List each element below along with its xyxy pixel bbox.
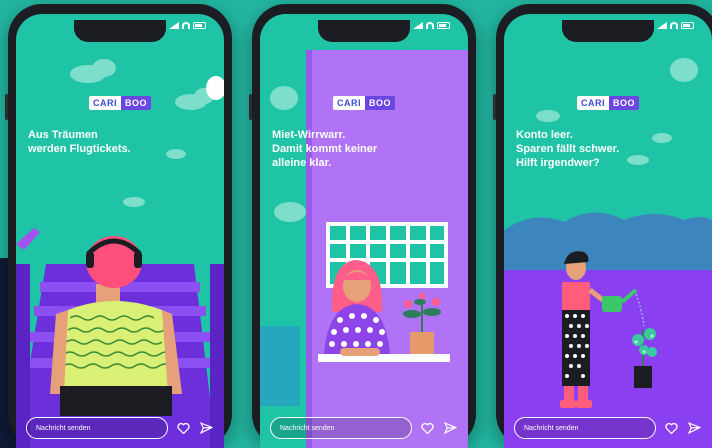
- phone-mockup-3: CARI BOO Konto leer. Sparen fällt schwer…: [493, 4, 712, 448]
- volume-button: [249, 94, 252, 120]
- send-icon[interactable]: [198, 420, 214, 436]
- caption-line: alleine klar.: [272, 157, 332, 169]
- status-bar: [413, 22, 450, 29]
- caption-line: werden Flugtickets.: [28, 143, 131, 155]
- volume-button: [493, 94, 496, 120]
- message-input[interactable]: Nachricht senden: [514, 417, 656, 439]
- brand-logo-part1: CARI: [576, 96, 609, 110]
- signal-icon: [169, 22, 179, 29]
- caption-line: Hilft irgendwer?: [516, 157, 600, 169]
- brand-logo: CARI BOO: [88, 96, 152, 110]
- phone-notch: [318, 20, 410, 42]
- battery-icon: [681, 22, 694, 29]
- wifi-icon: [426, 22, 434, 29]
- brand-logo-part1: CARI: [88, 96, 121, 110]
- brand-logo-part2: BOO: [608, 96, 640, 110]
- brand-logo-part2: BOO: [120, 96, 152, 110]
- heart-icon[interactable]: [175, 420, 191, 436]
- status-bar: [657, 22, 694, 29]
- caption-line: Aus Träumen: [28, 129, 98, 141]
- story-screen-2[interactable]: CARI BOO Miet-Wirrwarr. Damit kommt kein…: [260, 14, 468, 448]
- illustration-savings: [504, 58, 712, 448]
- brand-logo-part2: BOO: [364, 96, 396, 110]
- illustration-apartment: [260, 14, 468, 448]
- send-icon[interactable]: [686, 420, 702, 436]
- signal-icon: [413, 22, 423, 29]
- battery-icon: [193, 22, 206, 29]
- story-caption: Aus Träumen werden Flugtickets.: [28, 128, 198, 156]
- story-screen-1[interactable]: CARI BOO Aus Träumen werden Flugtickets.…: [16, 14, 224, 448]
- message-bar: Nachricht senden: [514, 416, 702, 440]
- phone-mockup-2: CARI BOO Miet-Wirrwarr. Damit kommt kein…: [249, 4, 476, 448]
- volume-button: [5, 94, 8, 120]
- message-input[interactable]: Nachricht senden: [270, 417, 412, 439]
- signal-icon: [657, 22, 667, 29]
- caption-line: Sparen fällt schwer.: [516, 143, 620, 155]
- brand-logo: CARI BOO: [332, 96, 396, 110]
- illustration-travel: [16, 59, 224, 448]
- caption-line: Damit kommt keiner: [272, 143, 378, 155]
- phone-notch: [74, 20, 166, 42]
- heart-icon[interactable]: [419, 420, 435, 436]
- phone-notch: [562, 20, 654, 42]
- battery-icon: [437, 22, 450, 29]
- message-bar: Nachricht senden: [270, 416, 458, 440]
- wifi-icon: [182, 22, 190, 29]
- caption-line: Miet-Wirrwarr.: [272, 129, 346, 141]
- story-caption: Miet-Wirrwarr. Damit kommt keiner allein…: [272, 128, 442, 170]
- caption-line: Konto leer.: [516, 129, 573, 141]
- wifi-icon: [670, 22, 678, 29]
- send-icon[interactable]: [442, 420, 458, 436]
- brand-logo-part1: CARI: [332, 96, 365, 110]
- heart-icon[interactable]: [663, 420, 679, 436]
- phone-mockup-1: CARI BOO Aus Träumen werden Flugtickets.…: [5, 4, 232, 448]
- story-caption: Konto leer. Sparen fällt schwer. Hilft i…: [516, 128, 686, 170]
- story-screen-3[interactable]: CARI BOO Konto leer. Sparen fällt schwer…: [504, 14, 712, 448]
- brand-logo: CARI BOO: [576, 96, 640, 110]
- status-bar: [169, 22, 206, 29]
- message-input[interactable]: Nachricht senden: [26, 417, 168, 439]
- message-bar: Nachricht senden: [26, 416, 214, 440]
